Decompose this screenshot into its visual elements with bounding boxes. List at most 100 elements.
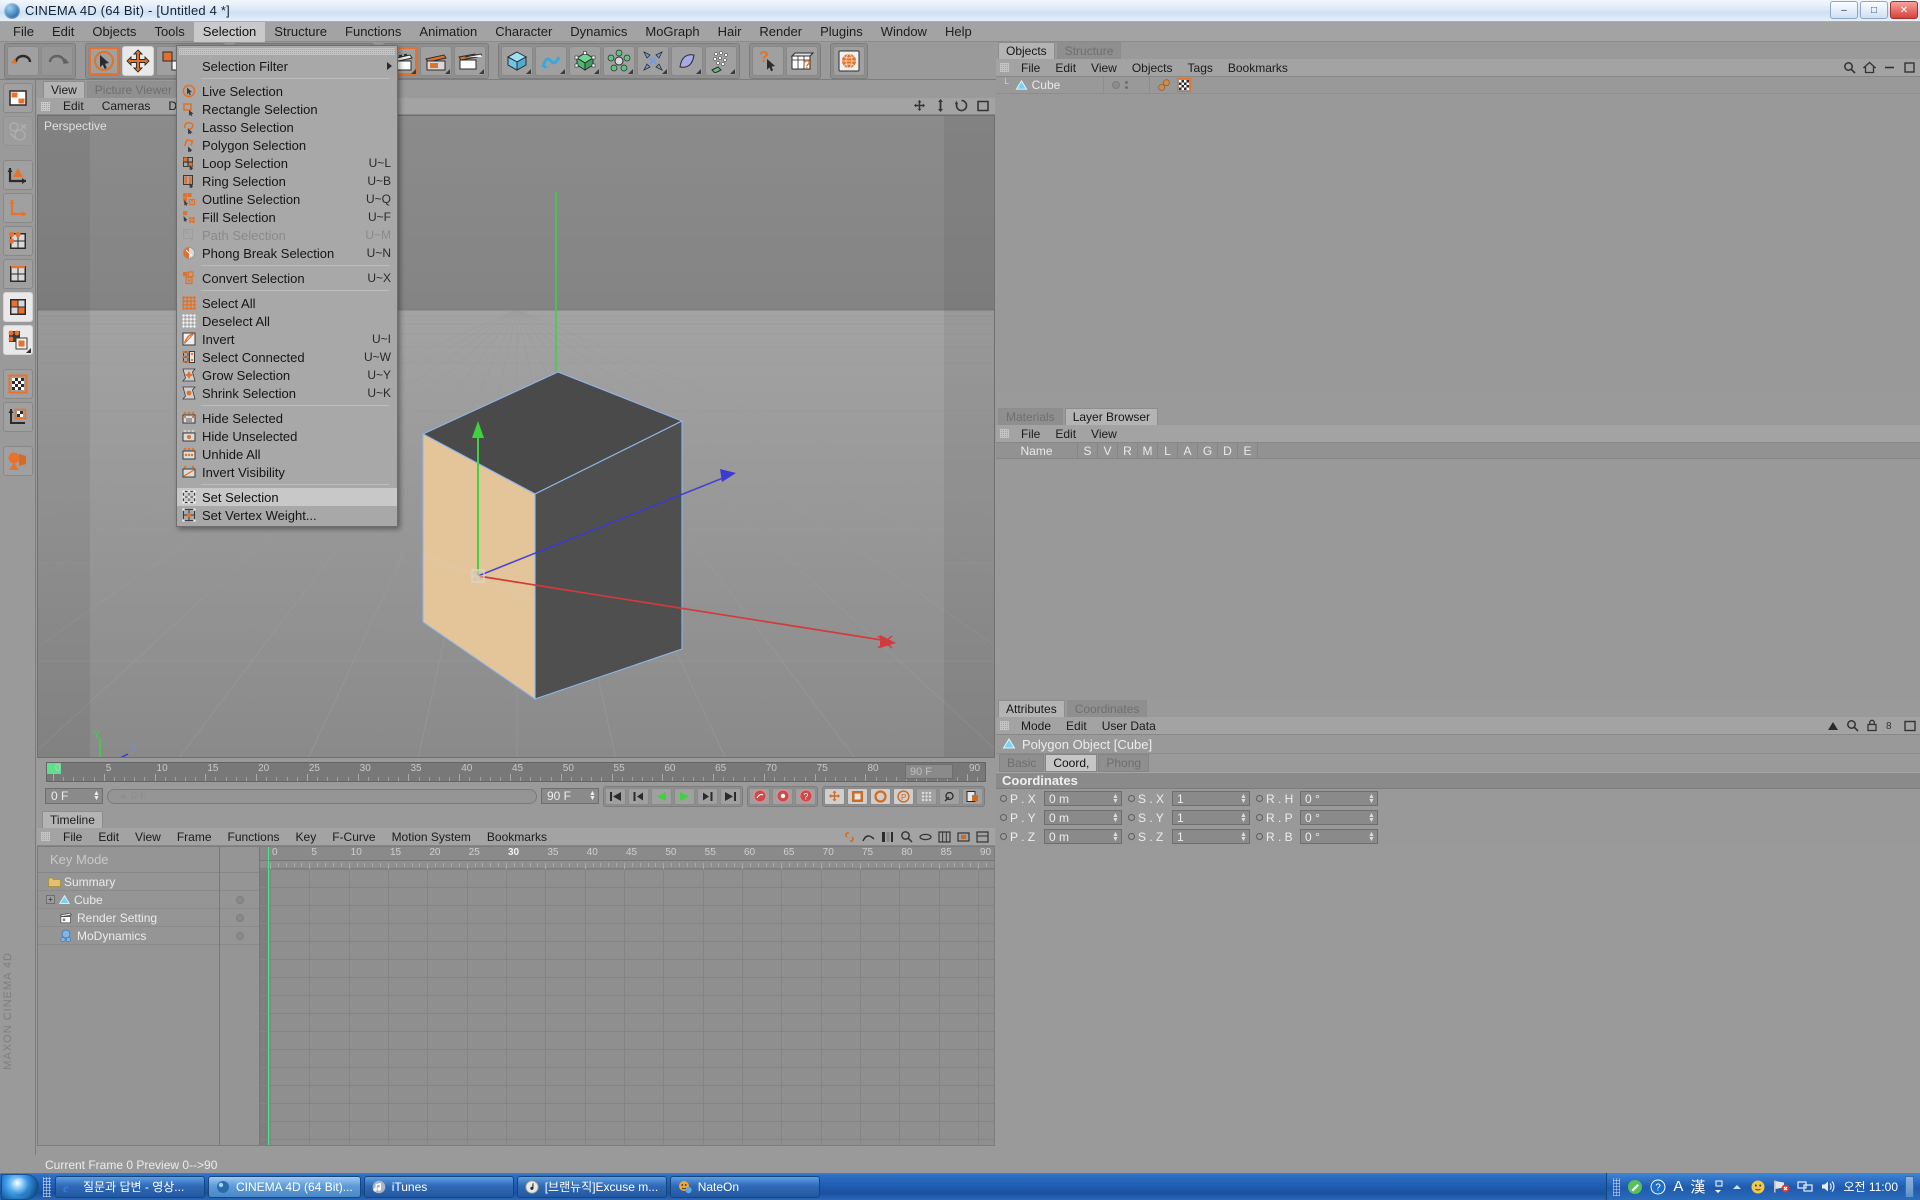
flyout-corner-icon[interactable] [411,68,416,74]
volume-tray-icon[interactable] [1820,1179,1836,1194]
frame-all-icon[interactable] [957,831,970,843]
points-key-button[interactable] [916,787,937,805]
attributes-tab-coordinates[interactable]: Coordinates [1066,700,1148,717]
position-value-2-spinner[interactable]: ▲ ▼ [1111,830,1120,843]
add-bend-button[interactable] [637,45,669,76]
make-editable-button[interactable] [2,83,33,113]
objects-tab-structure[interactable]: Structure [1056,42,1122,59]
search-icon[interactable] [1846,719,1859,732]
timeline-tab-timeline[interactable]: Timeline [42,811,103,828]
menu-item-phong-break-selection[interactable]: Phong Break Selection U~N [177,244,397,262]
selection-dropdown-menu[interactable]: Selection Filter Live Selection Rectangle … [176,45,398,527]
time-scrubber[interactable]: ◄ 0 F [107,788,537,804]
web-button[interactable] [833,45,865,76]
attr-object-tab-phong[interactable]: Phong [1098,754,1150,772]
render-settings-button[interactable] [454,45,486,76]
position-value-1-input[interactable]: 0 m ▲ ▼ [1044,810,1122,825]
tray-grip[interactable] [1613,1177,1621,1196]
flyout-corner-icon[interactable] [628,68,633,74]
menu-item-rectangle-selection[interactable]: Rectangle Selection [177,100,397,118]
materials-tab-layer-browser[interactable]: Layer Browser [1064,408,1159,425]
menu-tearoff-grip[interactable] [179,48,395,55]
tracks-icon[interactable] [881,831,894,843]
pen-tray-icon[interactable] [1627,1179,1643,1195]
timeline-body[interactable]: Key Mode Summary + Cube Render Setting MoDyn… [37,846,995,1146]
current-frame-input[interactable]: 0 F ▲ ▼ [45,788,103,804]
minimize-button[interactable]: – [1830,1,1858,19]
menu-item-invert-visibility[interactable]: Invert Visibility [177,463,397,481]
taskbar-item-3[interactable]: [브랜뉴직]Excuse m... [516,1175,667,1198]
layer-column-l[interactable]: L [1158,443,1178,458]
menu-item-convert-selection[interactable]: Convert Selection U~X [177,269,397,287]
scale-value-1-input[interactable]: 1 ▲ ▼ [1172,810,1250,825]
layer-column-v[interactable]: V [1098,443,1118,458]
timeline-menu-edit[interactable]: Edit [90,830,127,844]
redo-button[interactable] [41,45,73,76]
track-enable-dot-icon[interactable] [235,913,244,922]
end-frame-input[interactable]: 90 F ▲ ▼ [541,788,599,804]
goto-start-button[interactable] [605,787,626,805]
objects-tab-objects[interactable]: Objects [998,42,1055,59]
layer-column-m[interactable]: M [1138,443,1158,458]
menu-item-shrink-selection[interactable]: Shrink Selection U~K [177,384,397,402]
timeline-options-icon[interactable] [976,830,989,843]
menu-item-grow-selection[interactable]: Grow Selection U~Y [177,366,397,384]
menu-selection[interactable]: Selection [193,21,266,42]
grid-snap-icon[interactable] [938,830,951,843]
object-name-cell[interactable]: └ Cube [996,77,1104,93]
taskbar-item-2[interactable]: iTunes [363,1175,514,1198]
clock[interactable]: 오전 11:00 [1843,1178,1898,1195]
timeline-track-modynamics[interactable]: MoDynamics [38,927,219,945]
viewport-tab-view[interactable]: View [43,81,85,98]
menu-structure[interactable]: Structure [265,22,336,42]
frame-ruler-end-field[interactable]: 90 F [905,764,953,779]
materials-menu-view[interactable]: View [1084,427,1124,441]
viewport-menu-cameras[interactable]: Cameras [94,99,159,113]
attributes-menu-edit[interactable]: Edit [1059,719,1094,733]
objects-menu-view[interactable]: View [1084,61,1124,75]
objects-menu-file[interactable]: File [1014,61,1047,75]
objects-menu-bookmarks[interactable]: Bookmarks [1221,61,1295,75]
viewport-tab-picture-viewer[interactable]: Picture Viewer [86,81,180,98]
timeline-menu-key[interactable]: Key [288,830,325,844]
menu-item-hide-unselected[interactable]: Hide Unselected [177,427,397,445]
menu-item-live-selection[interactable]: Live Selection [177,82,397,100]
pan-icon[interactable] [913,99,926,112]
pla-key-button[interactable] [939,787,960,805]
menu-item-set-vertex-weight[interactable]: Set Vertex Weight... [177,506,397,524]
panel-grip[interactable] [41,102,50,111]
scale-key-button[interactable] [847,787,868,805]
menu-item-set-selection[interactable]: Set Selection [177,488,397,506]
visibility-dot-icon[interactable] [1112,81,1120,89]
add-spline-button[interactable] [535,45,567,76]
menu-render[interactable]: Render [750,22,811,42]
menu-help[interactable]: Help [936,22,981,42]
scale-value-2-spinner[interactable]: ▲ ▼ [1239,830,1248,843]
scale-1-radio[interactable] [1128,814,1135,821]
lock-icon[interactable] [1866,719,1878,732]
menu-file[interactable]: File [4,22,43,42]
objects-tree[interactable]: └ Cube [996,77,1920,393]
search-icon[interactable] [900,830,913,843]
menu-item-selection-filter[interactable]: Selection Filter [177,57,397,75]
timeline-menu-f-curve[interactable]: F-Curve [324,830,383,844]
menu-animation[interactable]: Animation [410,22,486,42]
layer-column-e[interactable]: E [1238,443,1258,458]
rotation-value-2-spinner[interactable]: ▲ ▼ [1367,830,1376,843]
taskbar-item-1[interactable]: CINEMA 4D (64 Bit)... [208,1175,361,1198]
edge-mode-button[interactable] [2,259,33,289]
position-key-button[interactable] [824,787,845,805]
texture-tag-icon[interactable] [1177,78,1191,92]
show-hidden-icons-button[interactable] [1731,1181,1743,1193]
flyout-corner-icon[interactable] [730,68,735,74]
search-icon[interactable] [1843,61,1856,74]
ime-alpha-icon[interactable]: A [1673,1178,1683,1195]
show-desktop-button[interactable] [1905,1175,1914,1198]
menu-item-hide-selected[interactable]: Hide Selected [177,409,397,427]
workplane-button[interactable] [2,446,33,476]
keyframe-options-button[interactable] [962,787,983,805]
layer-column-r[interactable]: R [1118,443,1138,458]
object-tags-cell[interactable] [1150,77,1191,93]
track-expander[interactable]: + [46,895,55,904]
layer-browser-body[interactable]: Name S V R M L A G D E [996,443,1920,705]
